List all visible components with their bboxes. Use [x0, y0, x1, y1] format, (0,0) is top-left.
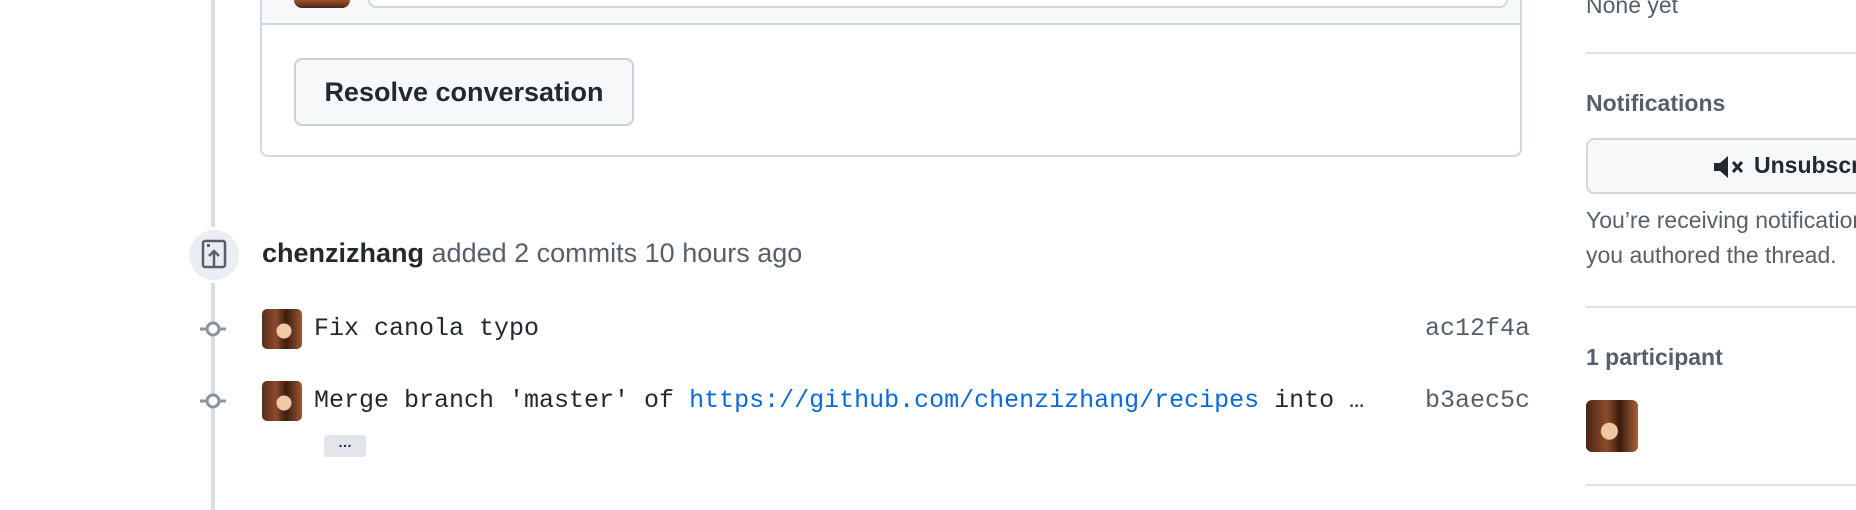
author-link[interactable]: chenzizhang	[262, 238, 424, 268]
commit-node-icon	[200, 393, 226, 409]
commit-message-url-link[interactable]: https://github.com/chenzizhang/recipes	[689, 386, 1259, 415]
avatar[interactable]	[262, 309, 302, 349]
expand-commit-message-button[interactable]: …	[324, 435, 366, 457]
commit-sha[interactable]: b3aec5c	[1425, 386, 1530, 416]
event-time[interactable]: 10 hours ago	[645, 238, 803, 268]
avatar[interactable]	[1586, 400, 1638, 452]
commit-message-link[interactable]: Fix canola typo	[314, 314, 539, 343]
notifications-description: You’re receiving notifications because	[1586, 207, 1856, 233]
notifications-description: you authored the thread.	[1586, 242, 1837, 268]
commit-row: Fix canola typo ac12f4a	[0, 308, 1530, 350]
avatar[interactable]	[262, 381, 302, 421]
participants-heading: 1 participant	[1586, 344, 1723, 370]
divider	[1586, 306, 1856, 308]
review-thread-card: Resolve conversation	[260, 0, 1522, 157]
reply-input[interactable]	[368, 0, 1508, 8]
divider	[1586, 52, 1856, 54]
pull-request-conversation: Resolve conversation chenzizhang added 2…	[0, 0, 1856, 510]
notifications-heading: Notifications	[1586, 90, 1726, 116]
unsubscribe-label: Unsubscribe	[1754, 152, 1856, 178]
commit-message[interactable]: Fix canola typo	[314, 314, 539, 344]
commit-message-suffix[interactable]: into …	[1259, 386, 1364, 415]
reply-row	[262, 0, 1520, 25]
sidebar: None yet Notifications Unsubscribe You’r…	[1586, 0, 1856, 510]
avatar	[294, 0, 350, 8]
divider	[1586, 484, 1856, 486]
commit-message: Merge branch 'master' of https://github.…	[314, 386, 1364, 416]
commit-row: Merge branch 'master' of https://github.…	[0, 380, 1530, 422]
resolve-conversation-button[interactable]: Resolve conversation	[294, 58, 634, 126]
mute-icon	[1714, 156, 1744, 178]
commit-sha[interactable]: ac12f4a	[1425, 314, 1530, 344]
unsubscribe-button[interactable]: Unsubscribe	[1586, 138, 1856, 194]
event-action: added 2 commits	[431, 238, 638, 268]
reviewers-value: None yet	[1586, 0, 1679, 18]
repo-push-icon	[186, 227, 242, 283]
commit-message-prefix[interactable]: Merge branch 'master' of	[314, 386, 689, 415]
commits-event-header: chenzizhang added 2 commits 10 hours ago	[262, 236, 802, 270]
commit-node-icon	[200, 321, 226, 337]
